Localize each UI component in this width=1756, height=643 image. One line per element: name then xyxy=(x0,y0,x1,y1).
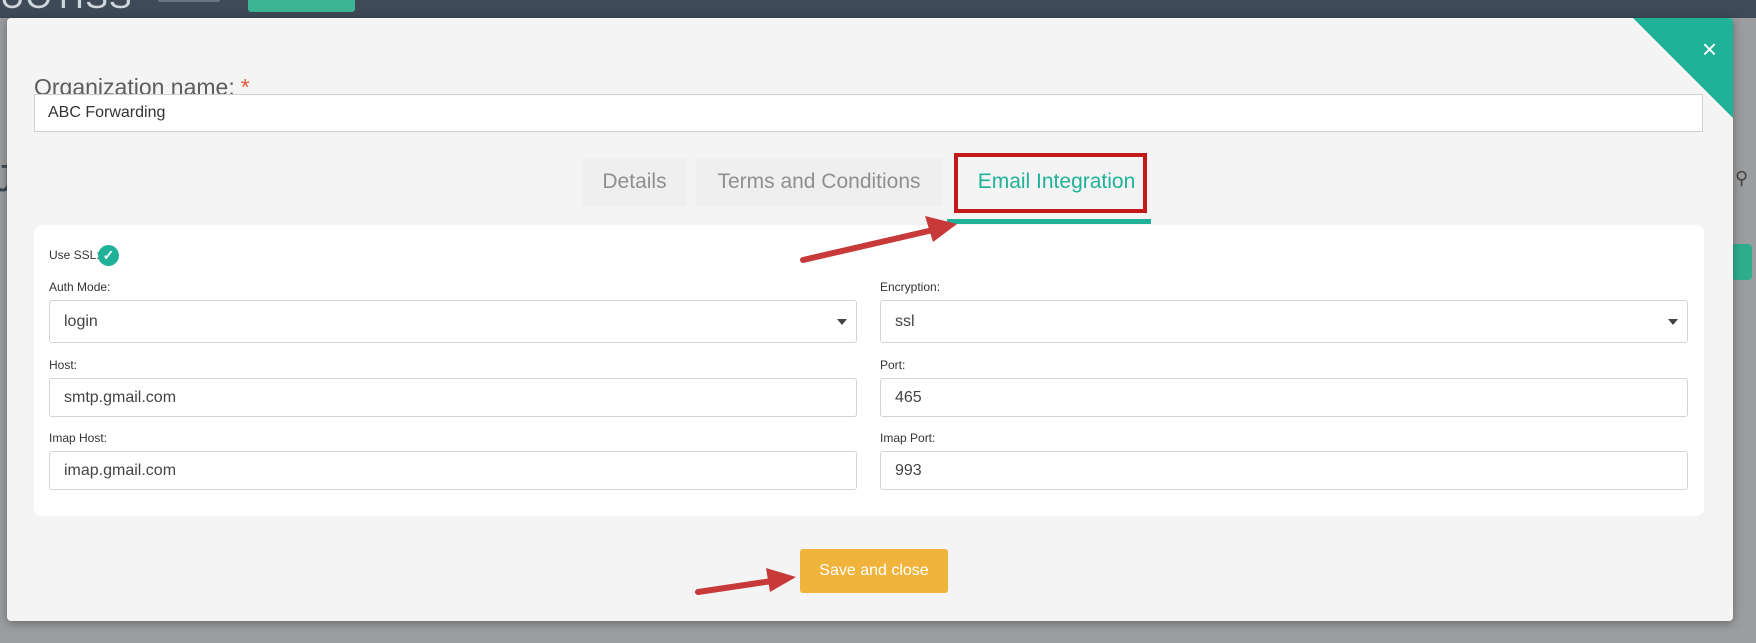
header-green-button[interactable] xyxy=(248,0,355,12)
header-link[interactable] xyxy=(158,0,220,2)
auth-mode-label: Auth Mode: xyxy=(49,280,111,294)
app-logo: UOTISS xyxy=(0,0,133,17)
host-value: smtp.gmail.com xyxy=(64,389,177,406)
port-value: 465 xyxy=(895,389,922,406)
imap-host-value: imap.gmail.com xyxy=(64,462,177,479)
encryption-label: Encryption: xyxy=(880,280,941,294)
search-icon[interactable]: ⚲ xyxy=(1735,168,1748,189)
imap-host-label: Imap Host: xyxy=(49,431,108,445)
imap-port-input[interactable]: 993 xyxy=(880,451,1688,490)
imap-port-value: 993 xyxy=(895,462,922,479)
organization-name-input[interactable] xyxy=(34,94,1703,132)
tab-terms-and-conditions[interactable]: Terms and Conditions xyxy=(696,158,942,206)
imap-host-input[interactable]: imap.gmail.com xyxy=(49,451,857,490)
email-integration-panel: Use SSL: ✓ Auth Mode: login Encryption: … xyxy=(34,225,1704,516)
host-label: Host: xyxy=(49,358,78,372)
annotation-highlight-box xyxy=(954,153,1147,213)
save-and-close-button[interactable]: Save and close xyxy=(800,549,948,593)
port-input[interactable]: 465 xyxy=(880,378,1688,417)
check-circle-icon[interactable]: ✓ xyxy=(98,245,119,266)
encryption-value: ssl xyxy=(895,313,915,330)
port-label: Port: xyxy=(880,358,906,372)
imap-port-label: Imap Port: xyxy=(880,431,936,445)
chevron-down-icon xyxy=(837,319,847,325)
auth-mode-select[interactable]: login xyxy=(49,300,857,343)
background-green-button[interactable] xyxy=(1732,244,1752,280)
use-ssl-label: Use SSL: xyxy=(49,248,100,262)
organization-modal: × Organization name:* Details Terms and … xyxy=(7,18,1733,621)
close-icon[interactable]: × xyxy=(1702,36,1717,62)
tab-details[interactable]: Details xyxy=(582,158,687,206)
annotation-arrow-save xyxy=(695,568,796,595)
encryption-select[interactable]: ssl xyxy=(880,300,1688,343)
active-tab-underline xyxy=(947,219,1151,224)
chevron-down-icon xyxy=(1668,319,1678,325)
app-top-bar: UOTISS xyxy=(0,0,1756,18)
auth-mode-value: login xyxy=(64,313,98,330)
host-input[interactable]: smtp.gmail.com xyxy=(49,378,857,417)
